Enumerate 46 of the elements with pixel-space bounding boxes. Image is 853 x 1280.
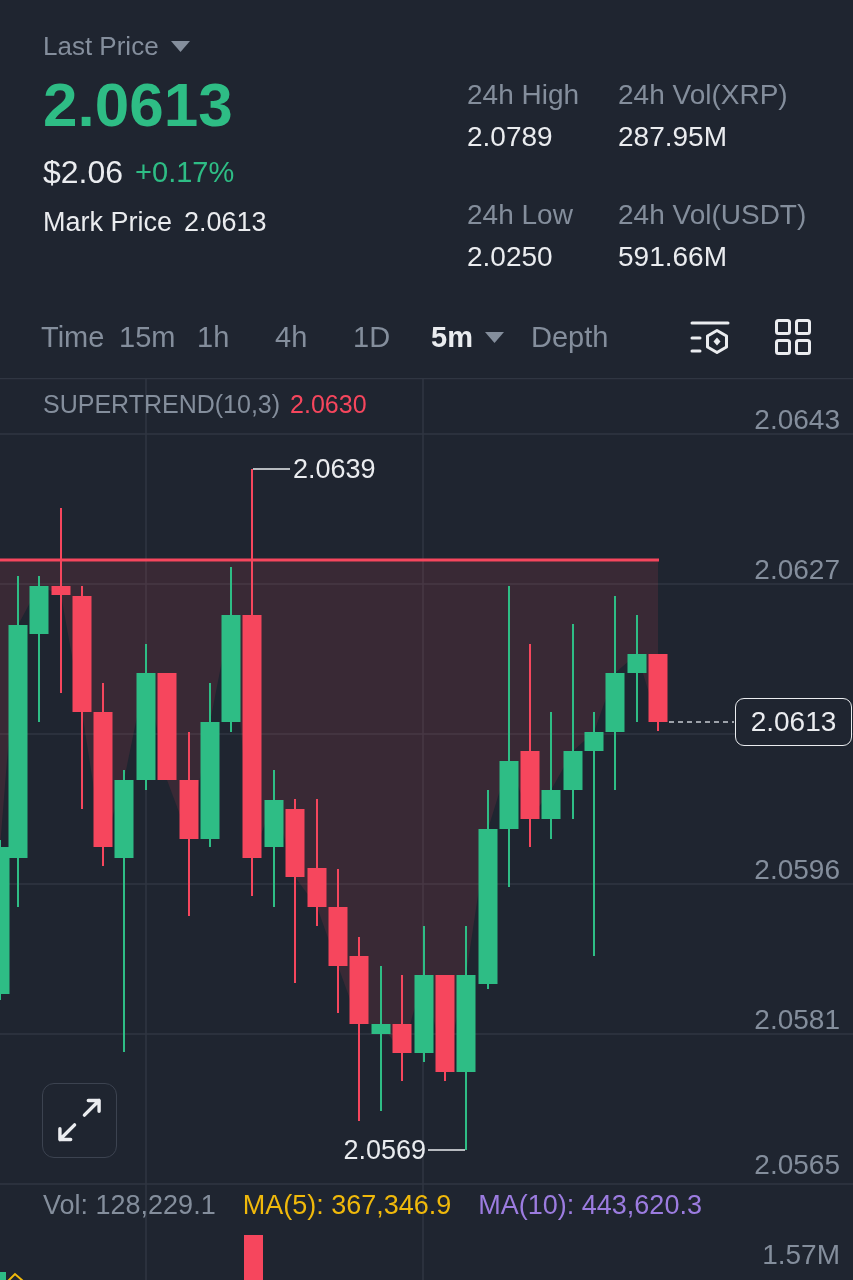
caret-icon [170,40,190,52]
price-change: +0.17% [135,155,235,190]
price-axis-label: 2.0627 [754,553,840,587]
indicator-name: SUPERTREND(10,3) [43,389,281,420]
price-axis-label: 2.0596 [754,853,840,887]
interval-tab[interactable]: 1D [353,317,431,357]
current-price-tag: 2.0613 [735,698,852,746]
expand-button[interactable] [42,1082,117,1158]
price-axis-label: 2.0565 [754,1148,840,1182]
ma10-label: MA(10): 443,620.3 [478,1189,702,1222]
interval-tab[interactable]: 4h [275,317,353,357]
stat-label: 24h Vol(XRP) [618,78,789,112]
volume-bar [0,1272,6,1280]
lines-hexagon-icon[interactable] [690,320,730,354]
interval-tab[interactable]: 15m [119,317,197,357]
grid-icon[interactable] [775,319,811,355]
moving-average-line [7,1272,24,1280]
last-price-dropdown[interactable]: Last Price [43,30,190,62]
current-price-line [668,721,735,723]
stat-label: 24h Low [467,197,574,232]
price-axis-label: 2.0581 [754,1003,840,1037]
stat-label: 24h High [467,78,581,112]
interval-tab[interactable]: Depth [531,317,609,357]
last-price-value: 2.0613 [43,72,234,138]
stat-value: 287.95M [618,120,728,154]
expand-icon [56,1096,103,1144]
high-price-leader-line [252,468,291,470]
mark-price-label: Mark Price [43,206,172,239]
high-price-label: 2.0639 [293,453,376,486]
ma5-label: MA(5): 367,346.9 [242,1189,452,1222]
interval-tab[interactable]: Time [41,317,119,357]
low-price-label: 2.0569 [343,1134,426,1167]
stat-label: 24h Vol(USDT) [618,197,807,232]
volume-label: Vol: 128,229.1 [43,1189,216,1222]
interval-tab[interactable]: 5m [431,317,509,357]
price-axis-label: 2.0643 [754,403,840,437]
mark-price-value: 2.0613 [184,206,267,239]
stat-value: 591.66M [618,239,728,274]
stat-value: 2.0789 [467,120,554,154]
volume-bar [244,1235,263,1280]
indicator-value: 2.0630 [290,389,367,420]
usd-price: $2.06 [43,153,124,192]
stat-value: 2.0250 [467,239,554,274]
volume-axis-label: 1.57M [762,1238,840,1272]
low-price-leader-line [427,1149,466,1151]
interval-tab[interactable]: 1h [197,317,275,357]
